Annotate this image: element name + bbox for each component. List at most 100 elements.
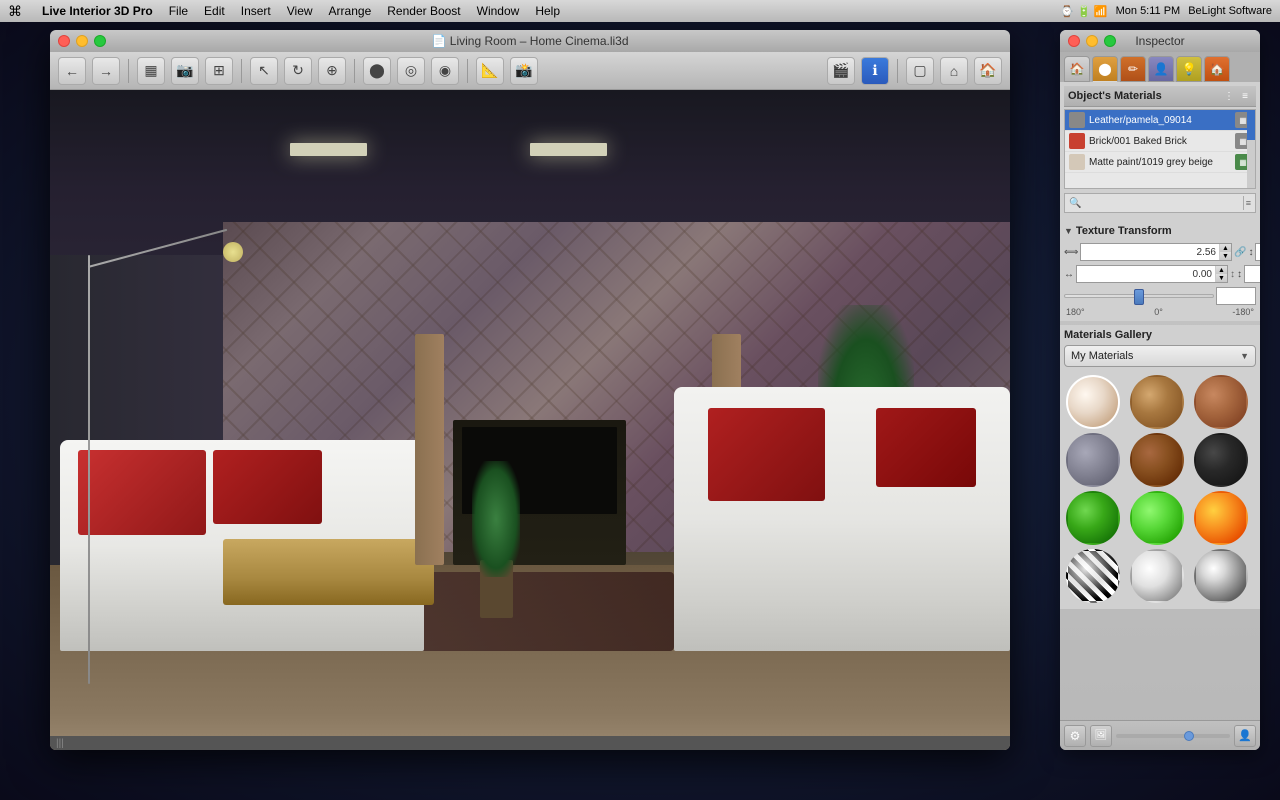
tt-width-down[interactable]: ▼ bbox=[1220, 252, 1231, 260]
texture-transform-section: ▼ Texture Transform ⟺ ▲ ▼ 🔗 ↕ ▲ ▼ bbox=[1060, 221, 1260, 321]
toolbar: ← → ▦ 📷 ⊞ ↖ ↻ ⊕ ⬤ ◎ ◉ 📐 📸 🎬 ℹ ▢ ⌂ 🏠 bbox=[50, 52, 1010, 90]
file-menu-item[interactable]: File bbox=[169, 4, 188, 18]
tt-width-input-group: ▲ ▼ bbox=[1080, 243, 1232, 261]
nav-forward-button[interactable]: → bbox=[92, 57, 120, 85]
floor-plan-button[interactable]: ▦ bbox=[137, 57, 165, 85]
maximize-button[interactable] bbox=[94, 35, 106, 47]
inspector-maximize-button[interactable] bbox=[1104, 35, 1116, 47]
gear-button[interactable]: ⚙ bbox=[1064, 725, 1086, 747]
material-sphere-wood[interactable] bbox=[1130, 375, 1184, 429]
viewport[interactable]: ||| bbox=[50, 90, 1010, 750]
material-sphere-spots[interactable] bbox=[1130, 549, 1184, 603]
material-sphere-brick[interactable] bbox=[1194, 375, 1248, 429]
renderbst-menu-item[interactable]: Render Boost bbox=[387, 4, 460, 18]
material-sphere-brown-leather[interactable] bbox=[1130, 433, 1184, 487]
gallery-dropdown[interactable]: My Materials ▼ bbox=[1064, 345, 1256, 367]
search-options-icon[interactable]: ≡ bbox=[1246, 198, 1251, 208]
nav-back-button[interactable]: ← bbox=[58, 57, 86, 85]
orbit-button[interactable]: ◎ bbox=[397, 57, 425, 85]
tt-offsetx-down[interactable]: ▼ bbox=[1216, 274, 1227, 282]
walk-button[interactable]: ◉ bbox=[431, 57, 459, 85]
help-menu-item[interactable]: Help bbox=[535, 4, 560, 18]
viewport-scroll-indicator[interactable]: ||| bbox=[56, 738, 64, 749]
rotate-tool[interactable]: ↻ bbox=[284, 57, 312, 85]
material-search-input[interactable] bbox=[1083, 198, 1240, 209]
material-sphere-dark[interactable] bbox=[1194, 433, 1248, 487]
tt-collapse-arrow[interactable]: ▼ bbox=[1064, 226, 1073, 236]
tt-offsety-input[interactable] bbox=[1245, 269, 1260, 280]
tab-room[interactable]: 🏠 bbox=[1204, 56, 1230, 82]
material-sphere-cream[interactable] bbox=[1066, 375, 1120, 429]
material-sphere-zebra[interactable] bbox=[1066, 549, 1120, 603]
tab-home[interactable]: 🏠 bbox=[1064, 56, 1090, 82]
materials-scrollbar[interactable] bbox=[1247, 110, 1255, 188]
material-sphere-green[interactable] bbox=[1066, 491, 1120, 545]
close-button[interactable] bbox=[58, 35, 70, 47]
menubar-icons: ⌚ 🔋 📶 bbox=[1060, 5, 1107, 18]
tt-link-icon[interactable]: 🔗 bbox=[1234, 244, 1246, 260]
speaker-left bbox=[415, 334, 444, 565]
minimize-button[interactable] bbox=[76, 35, 88, 47]
apple-menu[interactable]: ⌘ bbox=[8, 3, 22, 20]
inspector-close-button[interactable] bbox=[1068, 35, 1080, 47]
view-iso-button[interactable]: ⌂ bbox=[940, 57, 968, 85]
tt-offsetx-input-group: ▲ ▼ bbox=[1076, 265, 1228, 283]
tab-edit[interactable]: ✏ bbox=[1120, 56, 1146, 82]
app-menu-item[interactable]: Live Interior 3D Pro bbox=[42, 4, 153, 18]
material-sphere-stone[interactable] bbox=[1066, 433, 1120, 487]
material-sphere-fire[interactable] bbox=[1194, 491, 1248, 545]
tt-width-up[interactable]: ▲ bbox=[1220, 244, 1231, 252]
camera-button[interactable]: 📷 bbox=[171, 57, 199, 85]
arrange-menu-item[interactable]: Arrange bbox=[329, 4, 372, 18]
objects-materials-header: Object's Materials ⋮ ≡ bbox=[1064, 86, 1256, 107]
small-plant bbox=[472, 453, 520, 618]
screenshot-button[interactable]: 📸 bbox=[510, 57, 538, 85]
tt-offsetx-up[interactable]: ▲ bbox=[1216, 266, 1227, 274]
list-icon[interactable]: ⋮ bbox=[1222, 89, 1236, 103]
red-pillow-2 bbox=[213, 450, 322, 524]
move-tool[interactable]: ⊕ bbox=[318, 57, 346, 85]
tt-width-label: ⟺ bbox=[1064, 247, 1078, 258]
tt-height-input[interactable] bbox=[1256, 247, 1260, 258]
viewport-status: ||| bbox=[50, 736, 1010, 750]
material-item-brick[interactable]: Brick/001 Baked Brick ▦ bbox=[1065, 131, 1255, 152]
person-button[interactable]: 👤 bbox=[1234, 725, 1256, 747]
select-tool[interactable]: ↖ bbox=[250, 57, 278, 85]
material-swatch-brick bbox=[1069, 133, 1085, 149]
image-button[interactable]: 🖼 bbox=[1090, 725, 1112, 747]
tt-height-input-group: ▲ ▼ bbox=[1255, 243, 1260, 261]
record-button[interactable]: ⬤ bbox=[363, 57, 391, 85]
material-sphere-bright-green[interactable] bbox=[1130, 491, 1184, 545]
material-search-bar: 🔍 ≡ bbox=[1064, 193, 1256, 213]
tab-light[interactable]: 💡 bbox=[1176, 56, 1202, 82]
material-sphere-metal[interactable] bbox=[1194, 549, 1248, 603]
inspector-minimize-button[interactable] bbox=[1086, 35, 1098, 47]
inspector-window-controls bbox=[1068, 35, 1116, 47]
rotation-thumb[interactable] bbox=[1134, 289, 1144, 305]
gallery-dropdown-arrow: ▼ bbox=[1240, 351, 1249, 361]
insert-menu-item[interactable]: Insert bbox=[241, 4, 271, 18]
ceiling-light-1 bbox=[290, 143, 367, 156]
tab-material[interactable]: ⬤ bbox=[1092, 56, 1118, 82]
measure-button[interactable]: 📐 bbox=[476, 57, 504, 85]
rot-label-center: 0° bbox=[1154, 307, 1163, 317]
rotation-slider-container[interactable] bbox=[1064, 287, 1214, 305]
expand-icon[interactable]: ≡ bbox=[1238, 89, 1252, 103]
inspector-tabs: 🏠 ⬤ ✏ 👤 💡 🏠 bbox=[1060, 52, 1260, 82]
view-perspective-button[interactable]: 🏠 bbox=[974, 57, 1002, 85]
view-3d-button[interactable]: ⊞ bbox=[205, 57, 233, 85]
view-menu-item[interactable]: View bbox=[287, 4, 313, 18]
view-2d-button[interactable]: ▢ bbox=[906, 57, 934, 85]
tt-offsetx-input[interactable] bbox=[1077, 269, 1215, 280]
rotation-input[interactable] bbox=[1217, 291, 1260, 302]
info-button[interactable]: ℹ bbox=[861, 57, 889, 85]
material-item-leather[interactable]: Leather/pamela_09014 ▦ bbox=[1065, 110, 1255, 131]
render-button[interactable]: 🎬 bbox=[827, 57, 855, 85]
size-slider[interactable] bbox=[1116, 734, 1230, 738]
tt-width-input[interactable] bbox=[1081, 247, 1219, 258]
material-item-matte[interactable]: Matte paint/1019 grey beige ▦ bbox=[1065, 152, 1255, 173]
window-title-text: Living Room – Home Cinema.li3d bbox=[450, 34, 629, 48]
tab-person[interactable]: 👤 bbox=[1148, 56, 1174, 82]
window-menu-item[interactable]: Window bbox=[477, 4, 520, 18]
edit-menu-item[interactable]: Edit bbox=[204, 4, 225, 18]
